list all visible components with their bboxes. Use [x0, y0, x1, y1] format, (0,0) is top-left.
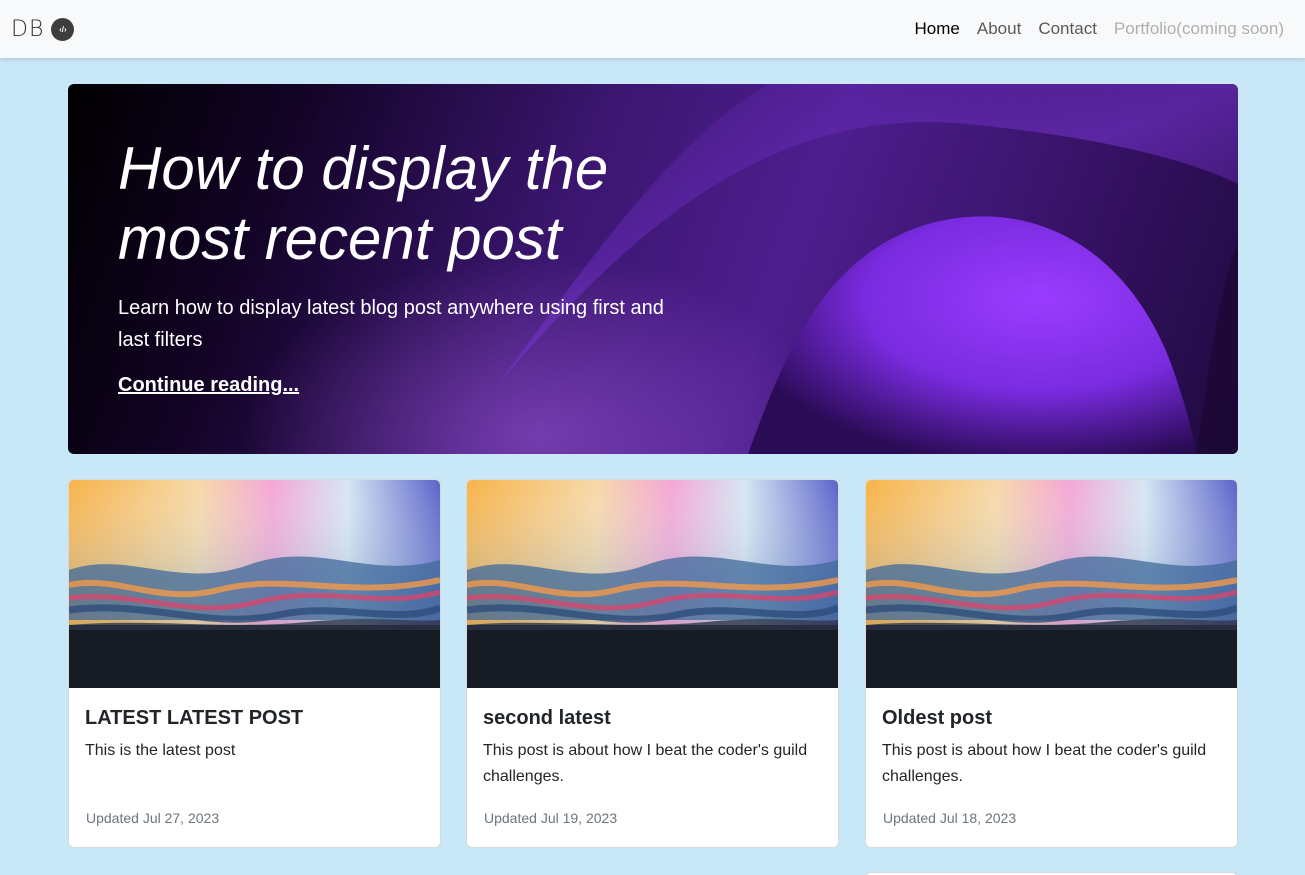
post-title[interactable]: Oldest post: [882, 706, 1221, 730]
navbar: DB ‹/› Home About Contact Portfolio(comi…: [0, 0, 1305, 58]
post-thumbnail-image: [866, 480, 1237, 688]
continue-reading-link[interactable]: Continue reading...: [118, 374, 299, 397]
post-card[interactable]: Oldest post This post is about how I bea…: [865, 479, 1238, 848]
post-thumbnail-image: [69, 480, 440, 688]
brand-text: DB: [11, 16, 45, 42]
code-icon: ‹/›: [51, 17, 75, 41]
hero-lead: Learn how to display latest blog post an…: [118, 297, 664, 351]
nav-link-about[interactable]: About: [977, 19, 1021, 39]
post-thumbnail-image: [467, 480, 838, 688]
post-card[interactable]: second latest This post is about how I b…: [466, 479, 839, 848]
brand-logo[interactable]: DB ‹/›: [11, 16, 75, 42]
post-excerpt: This post is about how I beat the coder'…: [882, 742, 1207, 785]
post-excerpt: This post is about how I beat the coder'…: [483, 742, 808, 785]
hero-title: How to display the most recent post: [118, 135, 609, 272]
hero-featured-post: How to display the most recent post Lear…: [68, 84, 1238, 454]
post-updated-date: Updated Jul 18, 2023: [883, 810, 1017, 826]
nav-link-home[interactable]: Home: [915, 19, 960, 39]
nav-link-contact[interactable]: Contact: [1038, 19, 1097, 39]
post-title[interactable]: second latest: [483, 706, 822, 730]
post-excerpt: This is the latest post: [85, 742, 236, 759]
nav-links: Home About Contact Portfolio(coming soon…: [915, 19, 1284, 39]
post-updated-date: Updated Jul 27, 2023: [86, 810, 220, 826]
post-card[interactable]: LATEST LATEST POST This is the latest po…: [68, 479, 441, 848]
post-updated-date: Updated Jul 19, 2023: [484, 810, 618, 826]
nav-link-portfolio: Portfolio(coming soon): [1113, 19, 1284, 38]
post-title[interactable]: LATEST LATEST POST: [85, 706, 424, 730]
